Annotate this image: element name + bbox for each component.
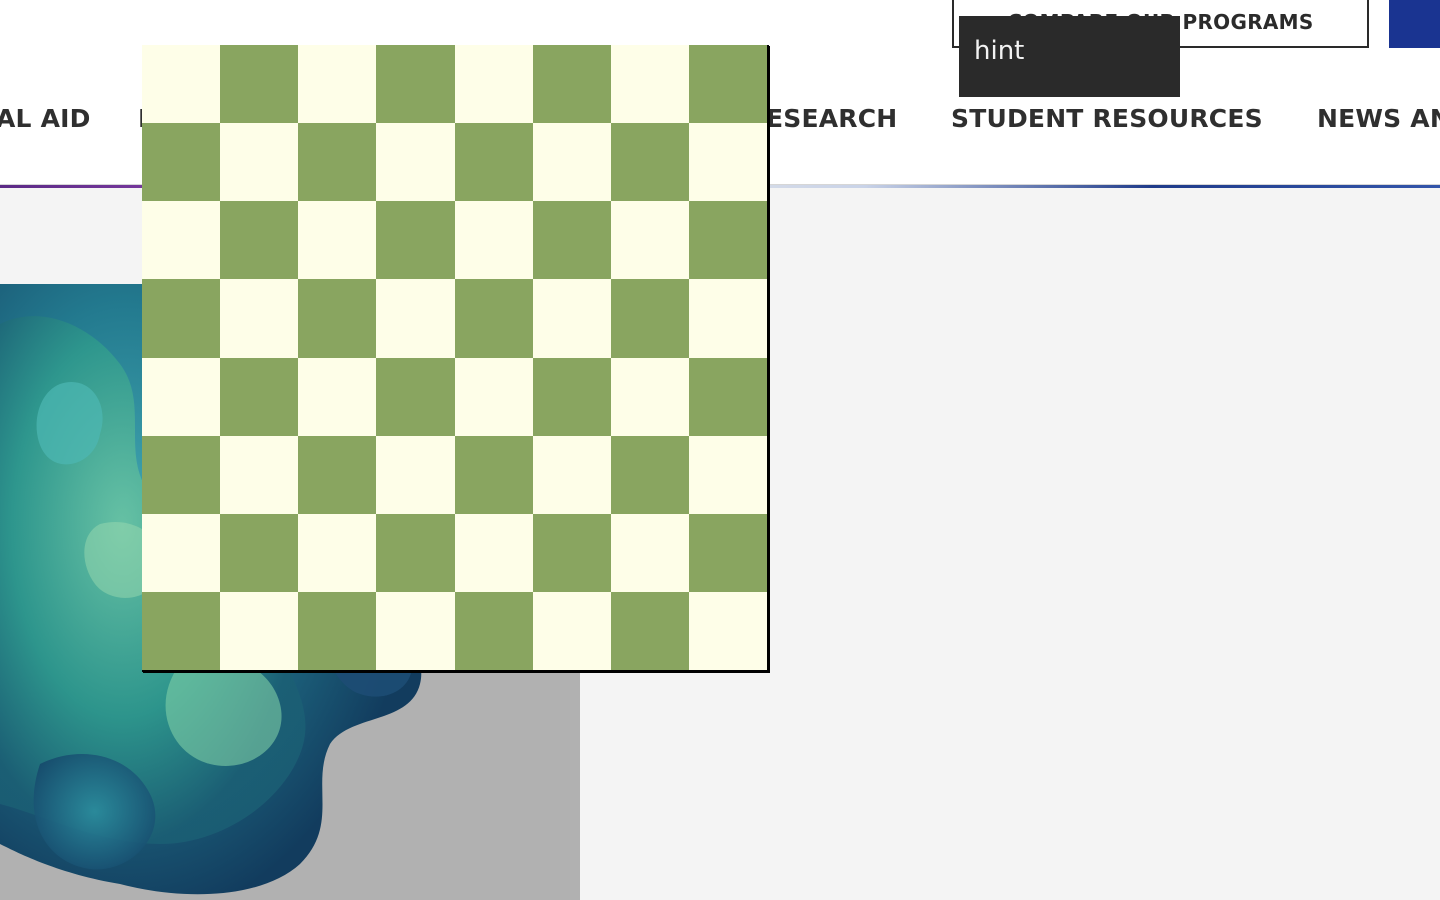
board-square[interactable] — [298, 45, 377, 124]
board-square[interactable] — [532, 123, 611, 202]
board-square[interactable] — [454, 513, 533, 592]
board-square[interactable] — [220, 201, 299, 280]
board-square[interactable] — [610, 357, 689, 436]
board-square[interactable] — [610, 513, 689, 592]
board-square[interactable] — [142, 435, 221, 514]
board-square[interactable] — [610, 435, 689, 514]
nav-item-research[interactable]: ESEARCH — [766, 96, 897, 142]
board-square[interactable] — [220, 513, 299, 592]
board-square[interactable] — [376, 591, 455, 670]
board-square[interactable] — [454, 435, 533, 514]
board-square[interactable] — [454, 279, 533, 358]
board-square[interactable] — [532, 201, 611, 280]
board-square[interactable] — [454, 591, 533, 670]
board-square[interactable] — [688, 435, 767, 514]
board-square[interactable] — [142, 591, 221, 670]
board-square[interactable] — [220, 45, 299, 124]
board-square[interactable] — [610, 279, 689, 358]
board-square[interactable] — [454, 201, 533, 280]
board-square[interactable] — [142, 279, 221, 358]
board-square[interactable] — [298, 123, 377, 202]
board-square[interactable] — [532, 357, 611, 436]
chessboard-overlay — [142, 45, 769, 672]
apply-button[interactable] — [1389, 0, 1440, 48]
board-square[interactable] — [298, 591, 377, 670]
board-square[interactable] — [298, 435, 377, 514]
board-square[interactable] — [220, 123, 299, 202]
board-square[interactable] — [688, 45, 767, 124]
board-square[interactable] — [142, 123, 221, 202]
board-square[interactable] — [376, 357, 455, 436]
board-square[interactable] — [688, 279, 767, 358]
board-square[interactable] — [532, 435, 611, 514]
nav-item-news[interactable]: NEWS AN — [1317, 96, 1440, 142]
board-square[interactable] — [610, 45, 689, 124]
board-square[interactable] — [298, 513, 377, 592]
board-square[interactable] — [454, 45, 533, 124]
chessboard[interactable] — [142, 45, 767, 670]
board-square[interactable] — [220, 357, 299, 436]
board-square[interactable] — [220, 279, 299, 358]
hint-tooltip-text: hint — [974, 36, 1025, 66]
board-square[interactable] — [376, 45, 455, 124]
board-square[interactable] — [298, 201, 377, 280]
board-square[interactable] — [532, 591, 611, 670]
board-square[interactable] — [454, 357, 533, 436]
board-square[interactable] — [376, 123, 455, 202]
board-square[interactable] — [532, 513, 611, 592]
board-square[interactable] — [454, 123, 533, 202]
board-square[interactable] — [298, 357, 377, 436]
board-square[interactable] — [688, 123, 767, 202]
nav-item-financial-aid[interactable]: AL AID — [0, 96, 91, 142]
board-square[interactable] — [532, 279, 611, 358]
board-square[interactable] — [688, 513, 767, 592]
board-square[interactable] — [220, 435, 299, 514]
board-square[interactable] — [376, 513, 455, 592]
board-square[interactable] — [532, 45, 611, 124]
hint-tooltip: hint — [959, 16, 1180, 97]
board-square[interactable] — [142, 513, 221, 592]
board-square[interactable] — [688, 201, 767, 280]
board-square[interactable] — [298, 279, 377, 358]
board-square[interactable] — [376, 279, 455, 358]
board-square[interactable] — [142, 201, 221, 280]
board-square[interactable] — [610, 591, 689, 670]
board-square[interactable] — [688, 591, 767, 670]
board-square[interactable] — [220, 591, 299, 670]
board-square[interactable] — [610, 201, 689, 280]
board-square[interactable] — [376, 201, 455, 280]
nav-item-student-resources[interactable]: STUDENT RESOURCES — [951, 96, 1263, 142]
board-square[interactable] — [610, 123, 689, 202]
board-square[interactable] — [688, 357, 767, 436]
page: COMPARE OUR PROGRAMS AL AID I ESEARCH ST… — [0, 0, 1440, 900]
board-square[interactable] — [142, 45, 221, 124]
board-square[interactable] — [142, 357, 221, 436]
board-square[interactable] — [376, 435, 455, 514]
